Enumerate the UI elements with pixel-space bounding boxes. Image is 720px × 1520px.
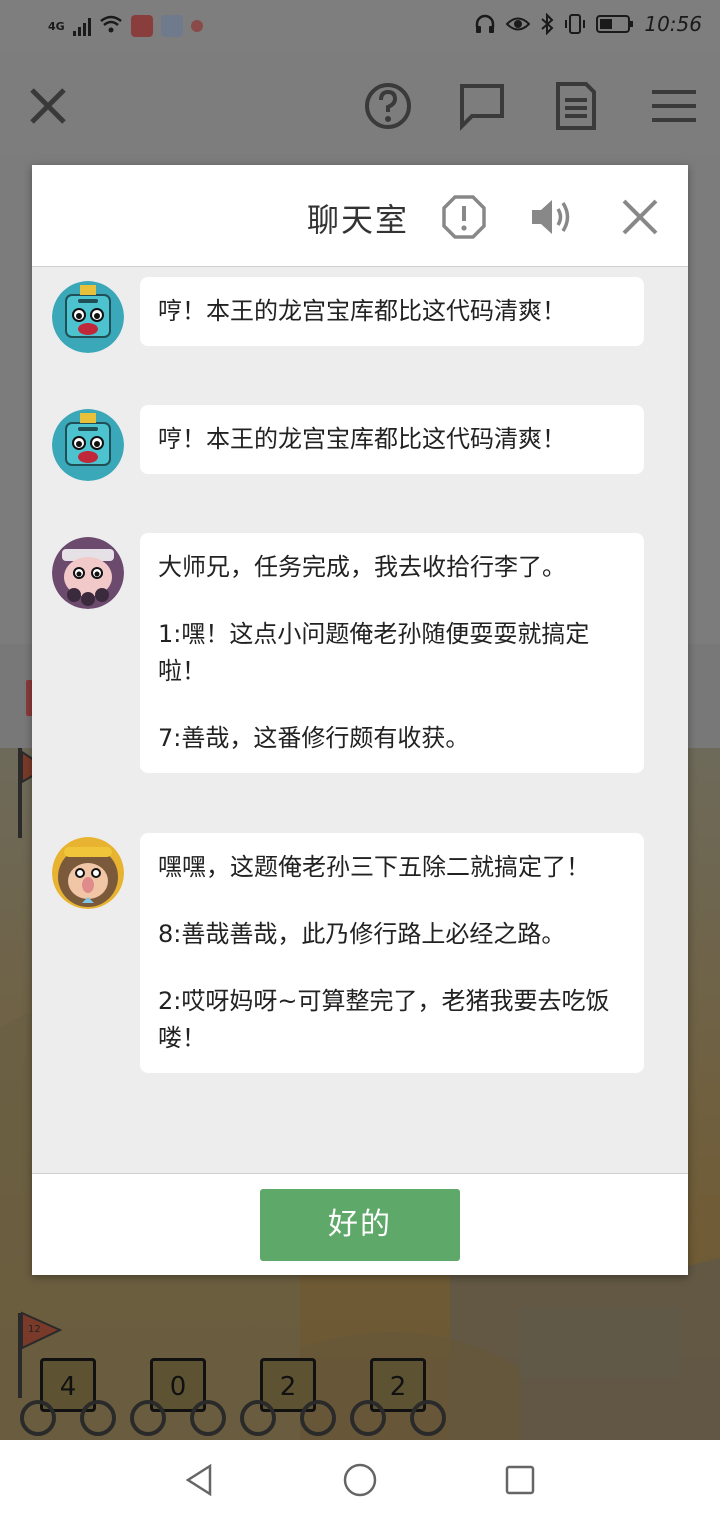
dialog-header: 聊天室 — [32, 165, 688, 267]
help-icon[interactable] — [362, 80, 414, 132]
recents-icon[interactable] — [502, 1462, 538, 1498]
headphones-icon — [476, 14, 495, 33]
app-header — [0, 54, 720, 154]
wheel-icon — [350, 1400, 386, 1436]
wheel-icon — [410, 1400, 446, 1436]
back-icon[interactable] — [182, 1462, 218, 1498]
chat-icon[interactable] — [456, 80, 508, 132]
message-text: 8:善哉善哉，此乃修行路上必经之路。 — [158, 920, 566, 948]
counter-box: 2 — [350, 1358, 446, 1436]
signal-icon — [72, 16, 91, 36]
eye-icon — [506, 17, 531, 31]
message-text: 1:嘿！这点小问题俺老孙随便耍耍就搞定啦！ — [158, 620, 590, 685]
message-bubble: 嘿嘿，这题俺老孙三下五除二就搞定了！ 8:善哉善哉，此乃修行路上必经之路。 2:… — [140, 833, 644, 1073]
app-notification-icon — [130, 15, 153, 37]
app-notification-icon — [190, 20, 203, 32]
flag-label: 12 — [28, 1324, 41, 1335]
dialog-title: 聊天室 — [307, 201, 410, 239]
chat-room-dialog: 聊天室 哼！本王的龙宫宝库都比这代码清爽！ 哼！本王的龙宫宝库都比这代码清爽！ — [32, 165, 688, 1275]
message-bubble: 哼！本王的龙宫宝库都比这代码清爽！ — [140, 277, 644, 346]
status-right: 10:56 — [474, 12, 702, 36]
message-text: 嘿嘿，这题俺老孙三下五除二就搞定了！ — [158, 853, 590, 881]
app-notification-icon — [160, 15, 183, 37]
wheel-icon — [20, 1400, 56, 1436]
close-icon[interactable] — [618, 195, 662, 239]
message-bubble: 哼！本王的龙宫宝库都比这代码清爽！ — [140, 405, 644, 474]
document-icon[interactable] — [550, 80, 602, 132]
wheel-icon — [80, 1400, 116, 1436]
vibrate-icon — [565, 14, 586, 34]
message-bubble: 大师兄，任务完成，我去收拾行李了。 1:嘿！这点小问题俺老孙随便耍耍就搞定啦！ … — [140, 533, 644, 773]
bluetooth-icon — [541, 13, 554, 35]
menu-icon[interactable] — [648, 80, 700, 132]
wheel-icon — [190, 1400, 226, 1436]
message-text: 7:善哉，这番修行颇有收获。 — [158, 724, 470, 752]
sound-icon[interactable] — [528, 195, 572, 239]
dragon-king-avatar — [52, 281, 124, 353]
counter-box: 0 — [130, 1358, 226, 1436]
close-icon[interactable] — [22, 80, 74, 132]
home-icon[interactable] — [342, 1462, 378, 1498]
status-left: 4G — [48, 14, 203, 38]
battery-icon — [596, 15, 634, 33]
navigation-bar — [0, 1440, 720, 1520]
monkey-king-avatar — [52, 837, 124, 909]
message-text: 哼！本王的龙宫宝库都比这代码清爽！ — [158, 297, 566, 325]
report-icon[interactable] — [442, 195, 486, 239]
message-text: 2:哎呀妈呀~可算整完了，老猪我要去吃饭喽！ — [158, 987, 610, 1052]
ok-button[interactable]: 好的 — [260, 1189, 460, 1261]
dialog-footer: 好的 — [32, 1173, 688, 1275]
wheel-icon — [240, 1400, 276, 1436]
status-bar: 4G 10:56 — [0, 0, 720, 54]
dragon-king-avatar — [52, 409, 124, 481]
chat-message-list[interactable]: 哼！本王的龙宫宝库都比这代码清爽！ 哼！本王的龙宫宝库都比这代码清爽！ 大师兄，… — [32, 267, 688, 1173]
message-text: 大师兄，任务完成，我去收拾行李了。 — [158, 553, 566, 581]
message-text: 哼！本王的龙宫宝库都比这代码清爽！ — [158, 425, 566, 453]
network-type: 4G — [48, 19, 65, 33]
counter-box: 4 — [20, 1358, 116, 1436]
wheel-icon — [130, 1400, 166, 1436]
clock: 10:56 — [644, 12, 702, 36]
pigsy-avatar — [52, 537, 124, 609]
wifi-icon — [99, 14, 123, 38]
wheel-icon — [300, 1400, 336, 1436]
counter-box: 2 — [240, 1358, 336, 1436]
